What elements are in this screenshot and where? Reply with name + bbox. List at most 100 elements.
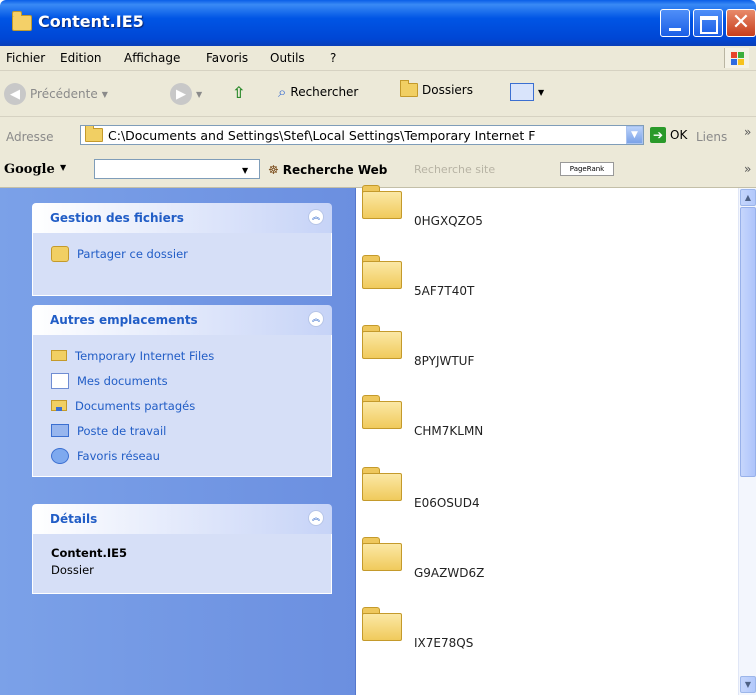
place-label: Poste de travail bbox=[77, 423, 167, 438]
folder-icon bbox=[362, 537, 402, 571]
google-logo[interactable]: Google bbox=[4, 162, 55, 177]
forward-button[interactable]: ▶ ▼ bbox=[170, 83, 202, 105]
address-label: Adresse bbox=[6, 130, 54, 144]
other-places-body: Temporary Internet Files Mes documents D… bbox=[32, 335, 332, 477]
go-button[interactable]: ➔ OK bbox=[650, 127, 687, 143]
search-history-dropdown-icon[interactable]: ▼ bbox=[242, 166, 248, 175]
minimize-button[interactable] bbox=[660, 9, 690, 37]
search-label: Rechercher bbox=[290, 85, 359, 99]
chevron-right-icon[interactable]: » bbox=[744, 125, 751, 139]
details-panel: Détails ︽ Content.IE5 Dossier bbox=[32, 504, 332, 594]
file-tasks-body: Partager ce dossier bbox=[32, 233, 332, 296]
go-arrow-icon: ➔ bbox=[650, 127, 666, 143]
menu-affichage[interactable]: Affichage bbox=[124, 51, 180, 65]
close-icon: ✕ bbox=[731, 10, 751, 35]
folder-name: CHM7KLMN bbox=[414, 424, 484, 438]
maximize-button[interactable] bbox=[693, 9, 723, 37]
search-icon: ⌕ bbox=[278, 83, 287, 101]
title-bar: Content.IE5 ✕ bbox=[0, 0, 756, 46]
folder-icon bbox=[51, 350, 67, 361]
vertical-scrollbar[interactable]: ▲ ▼ bbox=[738, 188, 756, 695]
menu-favoris[interactable]: Favoris bbox=[206, 51, 248, 65]
place-label: Mes documents bbox=[77, 373, 168, 388]
folder-icon bbox=[12, 11, 32, 31]
address-bar: Adresse C:\Documents and Settings\Stef\L… bbox=[0, 117, 756, 154]
scroll-thumb[interactable] bbox=[740, 207, 756, 477]
back-dropdown-icon[interactable]: ▼ bbox=[102, 90, 108, 99]
folder-name: 5AF7T40T bbox=[414, 284, 475, 298]
place-label: Favoris réseau bbox=[77, 448, 160, 463]
google-menu-dropdown-icon[interactable]: ▼ bbox=[60, 163, 66, 172]
place-documents-partages[interactable]: Documents partagés bbox=[51, 393, 313, 418]
folder-icon bbox=[362, 467, 402, 501]
collapse-icon[interactable]: ︽ bbox=[308, 209, 324, 225]
forward-dropdown-icon[interactable]: ▼ bbox=[196, 90, 202, 99]
address-field[interactable]: C:\Documents and Settings\Stef\Local Set… bbox=[80, 125, 644, 145]
collapse-icon[interactable]: ︽ bbox=[308, 311, 324, 327]
search-button[interactable]: ⌕ Rechercher bbox=[278, 83, 358, 101]
menu-bar: Fichier Edition Affichage Favoris Outils… bbox=[0, 46, 756, 71]
place-label: Documents partagés bbox=[75, 398, 196, 413]
menu-edition[interactable]: Edition bbox=[60, 51, 102, 65]
windows-logo-icon bbox=[724, 48, 749, 68]
details-body: Content.IE5 Dossier bbox=[32, 534, 332, 594]
scroll-down-icon[interactable]: ▼ bbox=[740, 676, 756, 693]
address-dropdown-icon[interactable]: ▼ bbox=[626, 126, 643, 144]
folder-name: IX7E78QS bbox=[414, 636, 474, 650]
views-icon bbox=[510, 83, 534, 101]
chevron-right-icon[interactable]: » bbox=[744, 162, 751, 176]
share-hand-icon bbox=[51, 245, 69, 262]
views-button[interactable]: ▼ bbox=[510, 83, 544, 101]
share-folder-link[interactable]: Partager ce dossier bbox=[51, 241, 313, 266]
details-item-type: Dossier bbox=[51, 563, 94, 577]
other-places-panel: Autres emplacements ︽ Temporary Internet… bbox=[32, 305, 332, 477]
other-places-title: Autres emplacements bbox=[50, 313, 198, 327]
folder-icon bbox=[362, 607, 402, 641]
shared-folder-icon bbox=[51, 400, 67, 411]
site-search-button[interactable]: Recherche site bbox=[414, 163, 495, 176]
menu-outils[interactable]: Outils bbox=[270, 51, 305, 65]
back-arrow-icon: ◀ bbox=[4, 83, 26, 105]
web-search-label: Recherche Web bbox=[282, 163, 388, 177]
pagerank-indicator: PageRank bbox=[560, 162, 614, 176]
other-places-header[interactable]: Autres emplacements ︽ bbox=[32, 305, 332, 335]
google-search-input[interactable] bbox=[94, 159, 260, 179]
folder-name: 8PYJWTUF bbox=[414, 354, 475, 368]
go-label: OK bbox=[670, 128, 688, 142]
close-button[interactable]: ✕ bbox=[726, 9, 756, 37]
folders-button[interactable]: Dossiers bbox=[400, 80, 473, 97]
back-label: Précédente bbox=[30, 87, 98, 101]
back-button[interactable]: ◀ Précédente ▼ bbox=[4, 83, 108, 105]
collapse-icon[interactable]: ︽ bbox=[308, 510, 324, 526]
window-title: Content.IE5 bbox=[38, 12, 144, 31]
folders-label: Dossiers bbox=[422, 83, 473, 97]
place-temporary-internet-files[interactable]: Temporary Internet Files bbox=[51, 343, 313, 368]
place-poste-de-travail[interactable]: Poste de travail bbox=[51, 418, 313, 443]
folder-name: 0HGXQZO5 bbox=[414, 214, 483, 228]
details-title: Détails bbox=[50, 512, 98, 526]
web-search-button[interactable]: ☸ Recherche Web bbox=[268, 163, 387, 177]
up-folder-button[interactable]: ⇧ bbox=[232, 83, 245, 102]
menu-help[interactable]: ? bbox=[330, 51, 336, 65]
links-label[interactable]: Liens bbox=[696, 130, 727, 144]
folder-icon bbox=[362, 325, 402, 359]
menu-fichier[interactable]: Fichier bbox=[6, 51, 45, 65]
folder-name: E06OSUD4 bbox=[414, 496, 480, 510]
standard-toolbar: ◀ Précédente ▼ ▶ ▼ ⇧ ⌕ Rechercher Dossie… bbox=[0, 71, 756, 117]
details-header[interactable]: Détails ︽ bbox=[32, 504, 332, 534]
file-tasks-panel: Gestion des fichiers ︽ Partager ce dossi… bbox=[32, 203, 332, 296]
task-pane: Gestion des fichiers ︽ Partager ce dossi… bbox=[0, 188, 356, 695]
google-toolbar: Google ▼ ▼ ☸ Recherche Web Recherche sit… bbox=[0, 153, 756, 188]
place-mes-documents[interactable]: Mes documents bbox=[51, 368, 313, 393]
file-list: 0HGXQZO5 5AF7T40T 8PYJWTUF CHM7KLMN E06O… bbox=[356, 185, 738, 695]
place-label: Temporary Internet Files bbox=[75, 348, 215, 363]
folder-icon bbox=[362, 185, 402, 219]
place-favoris-reseau[interactable]: Favoris réseau bbox=[51, 443, 313, 468]
folder-icon bbox=[362, 395, 402, 429]
scroll-up-icon[interactable]: ▲ bbox=[740, 189, 756, 206]
address-path: C:\Documents and Settings\Stef\Local Set… bbox=[108, 127, 536, 143]
up-arrow-icon: ⇧ bbox=[232, 83, 246, 102]
documents-icon bbox=[51, 372, 69, 389]
file-tasks-header[interactable]: Gestion des fichiers ︽ bbox=[32, 203, 332, 233]
share-folder-label: Partager ce dossier bbox=[77, 246, 188, 261]
